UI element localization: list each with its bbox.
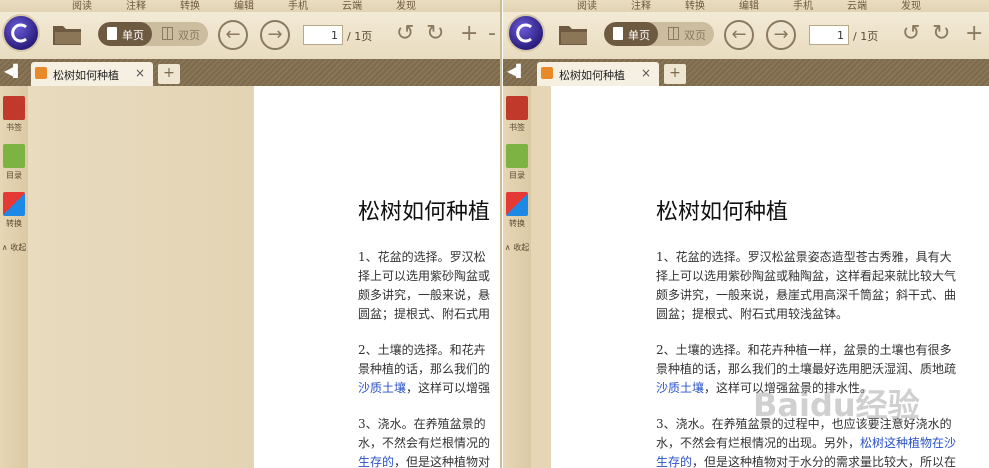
sidebar-item-convert[interactable]: 转换 [503, 192, 531, 229]
double-page-icon [162, 27, 173, 40]
menu-tab-edit[interactable]: 编辑 [739, 0, 759, 12]
bookmark-icon [3, 96, 25, 120]
page-number-input[interactable]: 1 [809, 25, 849, 45]
menu-strip: 阅读 注释 转换 编辑 手机 云端 发现 [0, 0, 500, 12]
menu-tab-mobile[interactable]: 手机 [793, 0, 813, 12]
app-logo[interactable] [2, 14, 40, 52]
menu-tab-annotate[interactable]: 注释 [126, 0, 146, 12]
sidebar-collapse[interactable]: ∧ 收起 [503, 242, 531, 253]
document-title: 松树如何种植 [358, 200, 491, 225]
document-title: 松树如何种植 [656, 200, 789, 225]
previous-page-button[interactable]: ← [724, 20, 754, 50]
single-page-button[interactable]: 单页 [604, 22, 658, 46]
tab-bar: ◀▌ 松树如何种植 × + [0, 59, 500, 86]
menu-tab-cloud[interactable]: 云端 [342, 0, 362, 12]
collapse-sidebar-button[interactable]: ◀▌ [4, 64, 22, 78]
single-page-button[interactable]: 单页 [98, 22, 152, 46]
menu-strip: 阅读 注释 转换 编辑 手机 云端 发现 [503, 0, 989, 12]
close-tab-icon[interactable]: × [641, 66, 651, 80]
document-content: 松树如何种植 1、花盆的选择。罗汉松盆景姿态造型苍古秀雅，具有大 择上可以选用紫… [656, 194, 956, 468]
pdf-file-icon [541, 67, 553, 79]
double-page-icon [668, 27, 679, 40]
new-tab-button[interactable]: + [664, 64, 686, 84]
toc-icon [3, 144, 25, 168]
arrow-right-icon: → [267, 24, 283, 45]
double-page-button[interactable]: 双页 [662, 22, 712, 46]
menu-tab-discover[interactable]: 发现 [901, 0, 921, 12]
document-tab[interactable]: 松树如何种植 × [31, 62, 153, 86]
bookmark-icon [506, 96, 528, 120]
menu-tab-read[interactable]: 阅读 [577, 0, 597, 12]
convert-icon [3, 192, 25, 216]
tab-bar: ◀▌ 松树如何种植 × + [503, 59, 989, 86]
next-page-button[interactable]: → [766, 20, 796, 50]
sidebar: 书签 目录 转换 ∧ 收起 [503, 86, 531, 468]
toolbar: 单页 双页 ← → 1 / 1页 ↺ ↻ + - [0, 12, 500, 59]
app-logo[interactable] [507, 14, 545, 52]
sidebar-item-bookmark[interactable]: 书签 [0, 96, 28, 133]
menu-tab-read[interactable]: 阅读 [72, 0, 92, 12]
rotate-right-icon[interactable]: ↻ [426, 22, 444, 46]
single-page-icon [613, 27, 623, 40]
menu-tab-convert[interactable]: 转换 [180, 0, 200, 12]
link-survive[interactable]: 生存的 [656, 455, 692, 468]
menu-tab-annotate[interactable]: 注释 [631, 0, 651, 12]
document-tab[interactable]: 松树如何种植 × [537, 62, 659, 86]
view-mode-toggle: 单页 双页 [98, 22, 208, 46]
sidebar-item-toc[interactable]: 目录 [503, 144, 531, 181]
zoom-in-icon[interactable]: + [965, 22, 983, 46]
pdf-file-icon [35, 67, 47, 79]
arrow-left-icon: ← [225, 24, 241, 45]
open-folder-icon[interactable] [52, 22, 82, 46]
page-total: / 1页 [853, 30, 879, 43]
zoom-out-icon[interactable]: - [488, 22, 496, 46]
previous-page-button[interactable]: ← [218, 20, 248, 50]
paragraph-1: 1、花盆的选择。罗汉松 择上可以选用紫砂陶盆或 颇多讲究，一般来说，悬 圆盆；提… [358, 250, 491, 321]
tab-title: 松树如何种植 [53, 69, 119, 82]
single-page-icon [107, 27, 117, 40]
paragraph-2: 2、土壤的选择。和花卉 景种植的话，那么我们的 沙质土壤，这样可以增强 [358, 343, 491, 395]
page-total: / 1页 [347, 30, 373, 43]
sidebar-collapse[interactable]: ∧ 收起 [0, 242, 28, 253]
menu-tab-mobile[interactable]: 手机 [288, 0, 308, 12]
convert-icon [506, 192, 528, 216]
baidu-watermark: Baidu经验 [753, 386, 920, 424]
menu-tab-edit[interactable]: 编辑 [234, 0, 254, 12]
menu-tab-cloud[interactable]: 云端 [847, 0, 867, 12]
paragraph-3: 3、浇水。在养殖盆景的 水，不然会有烂根情况的 生存的，但是这种植物对 [358, 417, 491, 468]
tab-title: 松树如何种植 [559, 69, 625, 82]
link-survive[interactable]: 生存的 [358, 455, 394, 468]
next-page-button[interactable]: → [260, 20, 290, 50]
document-page: 松树如何种植 1、花盆的选择。罗汉松 择上可以选用紫砂陶盆或 颇多讲究，一般来说… [254, 86, 500, 468]
open-folder-icon[interactable] [558, 22, 588, 46]
sidebar-item-toc[interactable]: 目录 [0, 144, 28, 181]
toolbar: 单页 双页 ← → 1 / 1页 ↺ ↻ + [503, 12, 989, 59]
sidebar-item-bookmark[interactable]: 书签 [503, 96, 531, 133]
rotate-left-icon[interactable]: ↺ [396, 22, 414, 46]
close-tab-icon[interactable]: × [135, 66, 145, 80]
collapse-sidebar-button[interactable]: ◀▌ [507, 64, 525, 78]
paragraph-1: 1、花盆的选择。罗汉松盆景姿态造型苍古秀雅，具有大 择上可以选用紫砂陶盆或釉陶盆… [656, 250, 957, 321]
zoom-in-icon[interactable]: + [460, 22, 478, 46]
menu-tab-convert[interactable]: 转换 [685, 0, 705, 12]
sidebar-item-convert[interactable]: 转换 [0, 192, 28, 229]
view-mode-toggle: 单页 双页 [604, 22, 714, 46]
link-sandy-soil[interactable]: 沙质土壤 [656, 381, 704, 395]
double-page-button[interactable]: 双页 [156, 22, 206, 46]
arrow-right-icon: → [773, 24, 789, 45]
new-tab-button[interactable]: + [158, 64, 180, 84]
right-window: 阅读 注释 转换 编辑 手机 云端 发现 单页 双页 ← → 1 / 1页 ↺ [503, 0, 989, 468]
link-sandy-soil[interactable]: 沙质土壤 [358, 381, 406, 395]
left-window: 阅读 注释 转换 编辑 手机 云端 发现 单页 双页 ← → 1 / 1页 ↺ [0, 0, 502, 468]
arrow-left-icon: ← [731, 24, 747, 45]
link-pine-sandy[interactable]: 松树这种植物在沙 [860, 436, 956, 450]
menu-tab-discover[interactable]: 发现 [396, 0, 416, 12]
rotate-left-icon[interactable]: ↺ [902, 22, 920, 46]
rotate-right-icon[interactable]: ↻ [932, 22, 950, 46]
toc-icon [506, 144, 528, 168]
document-content: 松树如何种植 1、花盆的选择。罗汉松 择上可以选用紫砂陶盆或 颇多讲究，一般来说… [358, 194, 490, 468]
document-viewport[interactable]: 松树如何种植 1、花盆的选择。罗汉松 择上可以选用紫砂陶盆或 颇多讲究，一般来说… [28, 86, 500, 468]
page-number-input[interactable]: 1 [303, 25, 343, 45]
sidebar: 书签 目录 转换 ∧ 收起 [0, 86, 28, 468]
